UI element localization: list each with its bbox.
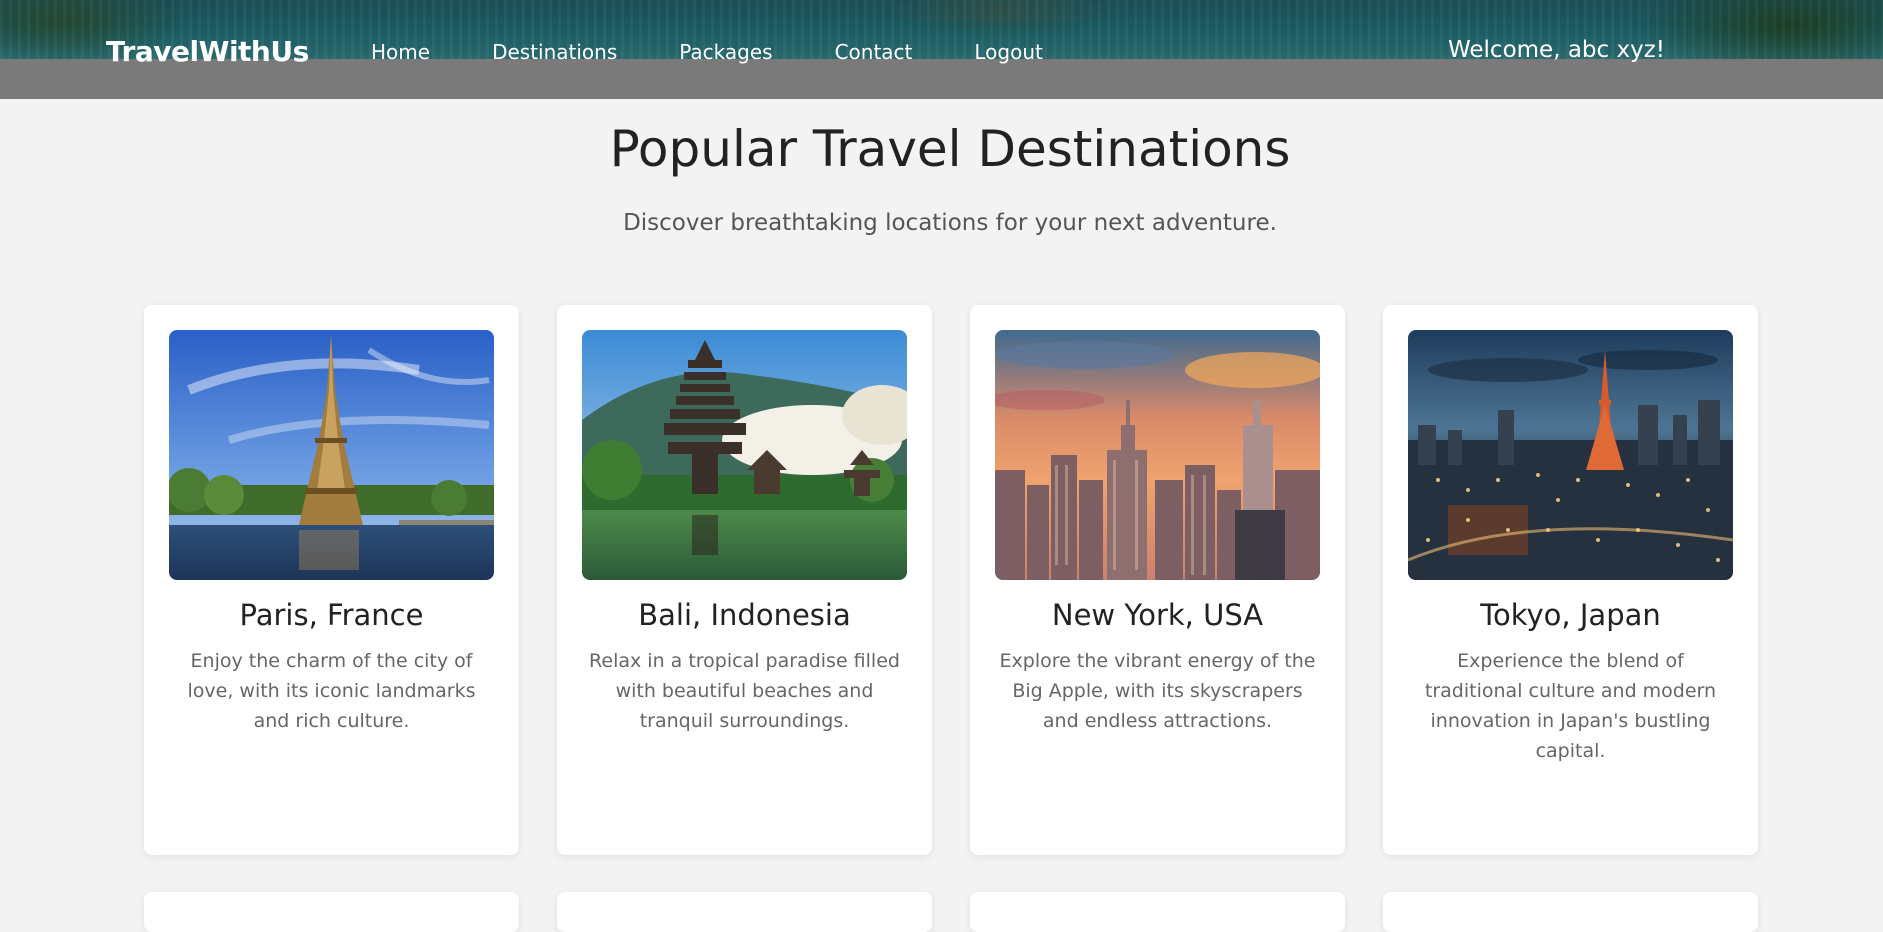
brand-logo[interactable]: TravelWithUs bbox=[106, 35, 309, 68]
eiffel-tower-photo bbox=[169, 330, 494, 580]
destination-card-new-york[interactable]: New York, USA Explore the vibrant energy… bbox=[970, 305, 1345, 855]
nav-contact[interactable]: Contact bbox=[835, 40, 913, 64]
destination-card[interactable] bbox=[144, 892, 519, 932]
welcome-message: Welcome, abc xyz! bbox=[1448, 37, 1665, 63]
page-subtitle: Discover breathtaking locations for your… bbox=[623, 210, 1277, 236]
main-nav: Home Destinations Packages Contact Logou… bbox=[371, 40, 1105, 64]
page-title: Popular Travel Destinations bbox=[609, 120, 1291, 178]
nav-logout[interactable]: Logout bbox=[974, 40, 1042, 64]
destination-cards: Paris, France Enjoy the charm of the cit… bbox=[144, 305, 1758, 855]
destination-card[interactable] bbox=[557, 892, 932, 932]
destination-cards-next-row bbox=[144, 892, 1758, 932]
destination-card[interactable] bbox=[1383, 892, 1758, 932]
destination-description: Experience the blend of traditional cult… bbox=[1424, 650, 1717, 762]
tokyo-night-photo bbox=[1408, 330, 1733, 580]
destination-card-bali[interactable]: Bali, Indonesia Relax in a tropical para… bbox=[557, 305, 932, 855]
nav-destinations[interactable]: Destinations bbox=[492, 40, 617, 64]
destination-description: Enjoy the charm of the city of love, wit… bbox=[187, 650, 476, 732]
destination-title: New York, USA bbox=[1051, 598, 1264, 632]
nav-packages[interactable]: Packages bbox=[679, 40, 772, 64]
destination-title: Bali, Indonesia bbox=[638, 598, 851, 632]
nav-home[interactable]: Home bbox=[371, 40, 430, 64]
site-header: TravelWithUs Home Destinations Packages … bbox=[0, 0, 1883, 99]
bali-temple-photo bbox=[582, 330, 907, 580]
destination-description: Explore the vibrant energy of the Big Ap… bbox=[999, 650, 1316, 732]
new-york-skyline-photo bbox=[995, 330, 1320, 580]
destination-card-paris[interactable]: Paris, France Enjoy the charm of the cit… bbox=[144, 305, 519, 855]
destination-description: Relax in a tropical paradise filled with… bbox=[589, 650, 900, 732]
destination-title: Tokyo, Japan bbox=[1480, 598, 1661, 632]
destination-title: Paris, France bbox=[239, 598, 424, 632]
destination-card[interactable] bbox=[970, 892, 1345, 932]
destination-card-tokyo[interactable]: Tokyo, Japan Experience the blend of tra… bbox=[1383, 305, 1758, 855]
